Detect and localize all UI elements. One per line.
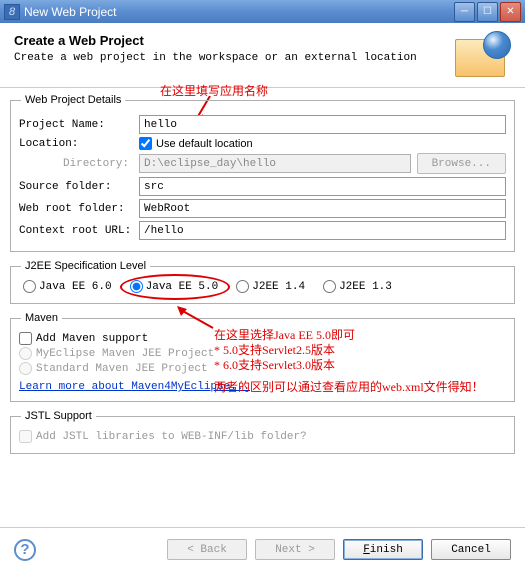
source-folder-input[interactable] <box>139 177 506 196</box>
add-maven-checkbox[interactable] <box>19 332 32 345</box>
radio-j2ee-1-4[interactable]: J2EE 1.4 <box>236 280 305 293</box>
browse-button: Browse... <box>417 153 506 174</box>
back-button: < Back <box>167 539 247 560</box>
location-label: Location: <box>19 138 139 150</box>
use-default-location-label: Use default location <box>156 138 253 150</box>
standard-maven-radio <box>19 362 32 375</box>
add-maven-label: Add Maven support <box>36 333 148 345</box>
j2ee-legend: J2EE Specification Level <box>21 260 150 272</box>
web-root-input[interactable] <box>139 199 506 218</box>
page-title: Create a Web Project <box>14 33 455 48</box>
radio-java-ee-6[interactable]: Java EE 6.0 <box>23 280 112 293</box>
maven-legend: Maven <box>21 312 62 324</box>
context-root-input[interactable] <box>139 221 506 240</box>
add-jstl-checkbox <box>19 430 32 443</box>
radio-java-ee-5[interactable]: Java EE 5.0 <box>130 280 219 293</box>
source-folder-label: Source folder: <box>19 181 139 193</box>
cancel-button[interactable]: Cancel <box>431 539 511 560</box>
directory-input <box>139 154 411 173</box>
maximize-button[interactable]: ☐ <box>477 2 498 22</box>
next-button: Next > <box>255 539 335 560</box>
standard-maven-label: Standard Maven JEE Project <box>36 363 208 375</box>
window-titlebar: 8 New Web Project ─ ☐ ✕ <box>0 0 525 23</box>
myeclipse-maven-radio <box>19 347 32 360</box>
help-icon[interactable]: ? <box>14 539 36 561</box>
header-icon <box>455 33 511 79</box>
web-project-details-group: Web Project Details Project Name: Locati… <box>10 94 515 252</box>
directory-label: Directory: <box>19 158 139 170</box>
jstl-legend: JSTL Support <box>21 410 96 422</box>
context-root-label: Context root URL: <box>19 225 139 237</box>
radio-j2ee-1-3[interactable]: J2EE 1.3 <box>323 280 392 293</box>
j2ee-spec-group: J2EE Specification Level Java EE 6.0 Jav… <box>10 260 515 304</box>
window-title: New Web Project <box>24 5 116 19</box>
details-legend: Web Project Details <box>21 94 125 106</box>
minimize-button[interactable]: ─ <box>454 2 475 22</box>
project-name-input[interactable] <box>139 115 506 134</box>
dialog-header: Create a Web Project Create a web projec… <box>0 23 525 88</box>
web-root-label: Web root folder: <box>19 203 139 215</box>
finish-button[interactable]: Finish <box>343 539 423 560</box>
close-button[interactable]: ✕ <box>500 2 521 22</box>
maven-group: Maven Add Maven support MyEclipse Maven … <box>10 312 515 402</box>
dialog-footer: ? < Back Next > Finish Cancel <box>0 527 525 571</box>
page-description: Create a web project in the workspace or… <box>14 52 455 64</box>
myeclipse-maven-label: MyEclipse Maven JEE Project <box>36 348 214 360</box>
add-jstl-label: Add JSTL libraries to WEB-INF/lib folder… <box>36 431 307 443</box>
use-default-location-checkbox[interactable] <box>139 137 152 150</box>
maven-learn-more-link[interactable]: Learn more about Maven4MyEclipse... <box>19 381 250 393</box>
app-icon: 8 <box>4 4 20 20</box>
jstl-group: JSTL Support Add JSTL libraries to WEB-I… <box>10 410 515 454</box>
project-name-label: Project Name: <box>19 119 139 131</box>
